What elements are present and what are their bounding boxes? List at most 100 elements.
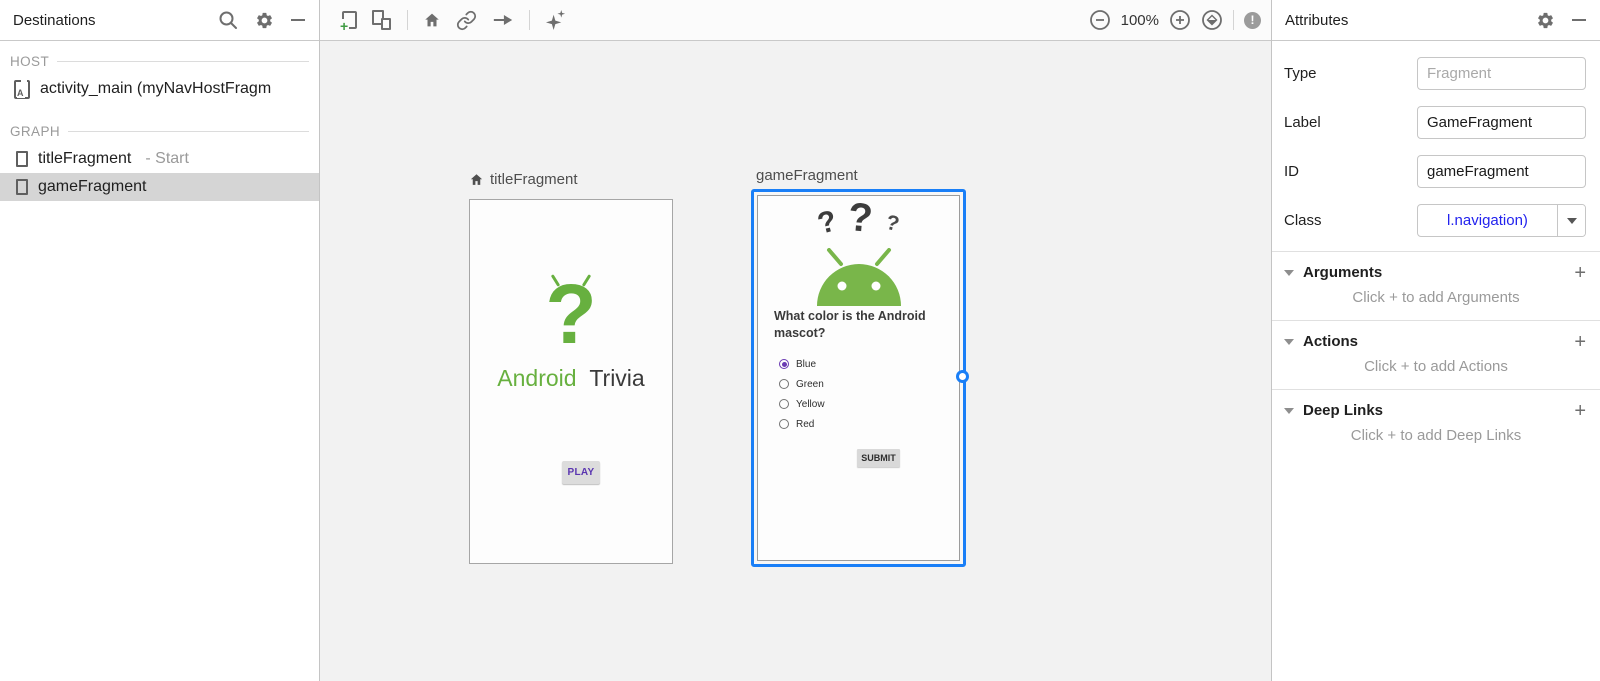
- android-trivia-logo: ?: [470, 272, 672, 356]
- add-argument-icon[interactable]: +: [1574, 263, 1586, 283]
- attribute-sections: Arguments + Click + to add Arguments Act…: [1272, 247, 1600, 454]
- brand-word-trivia: Trivia: [589, 365, 645, 391]
- section-title: Arguments: [1303, 264, 1383, 281]
- class-combo-box[interactable]: l.navigation): [1417, 204, 1586, 237]
- activity-icon: A: [14, 79, 30, 99]
- arguments-hint: Click + to add Arguments: [1352, 289, 1520, 306]
- assign-start-home-icon[interactable]: [423, 11, 441, 29]
- brand-word-android: Android: [497, 365, 577, 391]
- destinations-title: Destinations: [13, 11, 96, 29]
- add-action-icon[interactable]: +: [1574, 332, 1586, 352]
- warning-issues-icon[interactable]: !: [1244, 11, 1261, 29]
- radio-option-yellow[interactable]: Yellow: [779, 398, 825, 410]
- add-action-arrow-icon[interactable]: [492, 12, 514, 28]
- play-button[interactable]: PLAY: [562, 461, 600, 484]
- class-dropdown-button[interactable]: [1557, 205, 1585, 236]
- answer-options: Blue Green Yellow Red: [779, 358, 825, 430]
- radio-label: Red: [796, 418, 815, 430]
- fragment-icon: [16, 179, 28, 195]
- radio-label: Yellow: [796, 398, 825, 410]
- game-fragment-preview[interactable]: ? ? ? What color is the Android mascot? …: [757, 195, 960, 561]
- graph-item-label: gameFragment: [38, 178, 147, 195]
- section-title: Deep Links: [1303, 402, 1384, 419]
- graph-section-label: GRAPH: [10, 123, 61, 139]
- deep-link-icon[interactable]: [456, 10, 477, 31]
- minimize-icon[interactable]: [1572, 19, 1586, 21]
- zoom-to-fit-icon[interactable]: [1201, 9, 1223, 31]
- radio-icon[interactable]: [779, 379, 789, 389]
- android-mascot-head: [811, 248, 907, 306]
- radio-icon[interactable]: [779, 419, 789, 429]
- zoom-in-icon[interactable]: [1169, 9, 1191, 31]
- question-mark: ?: [814, 204, 841, 241]
- deep-links-section-header[interactable]: Deep Links +: [1272, 390, 1600, 421]
- title-fragment-header[interactable]: titleFragment: [469, 171, 578, 188]
- host-item-activity-main[interactable]: A activity_main (myNavHostFragm: [0, 75, 319, 103]
- toolbar-separator: [407, 10, 408, 30]
- radio-label: Blue: [796, 358, 817, 370]
- collapse-triangle-icon[interactable]: [1284, 269, 1294, 276]
- field-row-label: Label: [1284, 98, 1586, 147]
- graph-item-title-fragment[interactable]: titleFragment - Start: [0, 145, 319, 173]
- search-icon[interactable]: [218, 10, 238, 30]
- field-row-id: ID: [1284, 147, 1586, 196]
- field-row-type: Type: [1284, 49, 1586, 98]
- graph-section-header: GRAPH: [0, 117, 319, 145]
- magic-sparkle-icon[interactable]: [545, 9, 567, 31]
- question-mark: ?: [846, 195, 875, 241]
- new-destination-icon[interactable]: +: [339, 11, 357, 33]
- actions-section-header[interactable]: Actions +: [1272, 321, 1600, 352]
- field-label: Type: [1284, 65, 1317, 82]
- start-destination-home-icon: [470, 174, 483, 185]
- graph-item-game-fragment[interactable]: gameFragment: [0, 173, 319, 201]
- question-mark: ?: [883, 210, 902, 237]
- minimize-icon[interactable]: [291, 19, 305, 21]
- field-label: Label: [1284, 114, 1321, 131]
- group-destinations-icon[interactable]: [372, 10, 392, 30]
- graph-item-label: titleFragment: [38, 150, 132, 167]
- fragment-icon: [16, 151, 28, 167]
- destinations-header: Destinations: [0, 0, 319, 41]
- quiz-question-text: What color is the Android mascot?: [774, 309, 926, 340]
- chevron-down-icon: [1566, 217, 1577, 224]
- section-title: Actions: [1303, 333, 1359, 350]
- attribute-fields: Type Label ID Class l.navigation): [1272, 41, 1600, 247]
- deep-links-hint: Click + to add Deep Links: [1350, 427, 1522, 444]
- submit-button[interactable]: SUBMIT: [857, 449, 900, 467]
- destinations-panel: Destinations HOST A activity_main (myNav…: [0, 0, 320, 681]
- label-field[interactable]: [1417, 106, 1586, 139]
- attributes-header: Attributes: [1272, 0, 1600, 41]
- zoom-level-label: 100%: [1120, 11, 1159, 29]
- title-fragment-preview[interactable]: ? Android Trivia PLAY: [469, 199, 673, 564]
- add-deep-link-icon[interactable]: +: [1574, 401, 1586, 421]
- game-fragment-header[interactable]: gameFragment: [756, 167, 858, 184]
- toolbar-separator: [1233, 10, 1234, 30]
- host-item-label: activity_main (myNavHostFragm: [40, 80, 272, 97]
- navigation-canvas[interactable]: titleFragment ? Android Trivia PLAY game…: [320, 41, 1271, 681]
- field-row-class: Class l.navigation): [1284, 196, 1586, 245]
- question-marks-art: ? ? ?: [758, 195, 959, 241]
- arguments-section-header[interactable]: Arguments +: [1272, 252, 1600, 283]
- radio-icon[interactable]: [779, 399, 789, 409]
- radio-option-green[interactable]: Green: [779, 378, 825, 390]
- zoom-out-icon[interactable]: [1089, 9, 1111, 31]
- action-drag-handle[interactable]: [956, 370, 969, 383]
- attributes-title: Attributes: [1285, 11, 1349, 29]
- gear-icon[interactable]: [255, 11, 274, 30]
- host-section-header: HOST: [0, 47, 319, 75]
- editor-toolbar: + 100% !: [320, 0, 1271, 41]
- collapse-triangle-icon[interactable]: [1284, 338, 1294, 345]
- radio-selected-icon[interactable]: [779, 359, 789, 369]
- field-label: Class: [1284, 212, 1322, 229]
- radio-option-blue[interactable]: Blue: [779, 358, 825, 370]
- app-title: Android Trivia: [470, 365, 672, 392]
- id-field[interactable]: [1417, 155, 1586, 188]
- section-rule: [57, 60, 309, 62]
- gear-icon[interactable]: [1536, 11, 1555, 30]
- host-section-label: HOST: [10, 53, 50, 69]
- class-value[interactable]: l.navigation): [1418, 205, 1557, 236]
- section-rule: [68, 130, 309, 132]
- game-fragment-selection[interactable]: ? ? ? What color is the Android mascot? …: [751, 189, 966, 567]
- radio-option-red[interactable]: Red: [779, 418, 825, 430]
- collapse-triangle-icon[interactable]: [1284, 407, 1294, 414]
